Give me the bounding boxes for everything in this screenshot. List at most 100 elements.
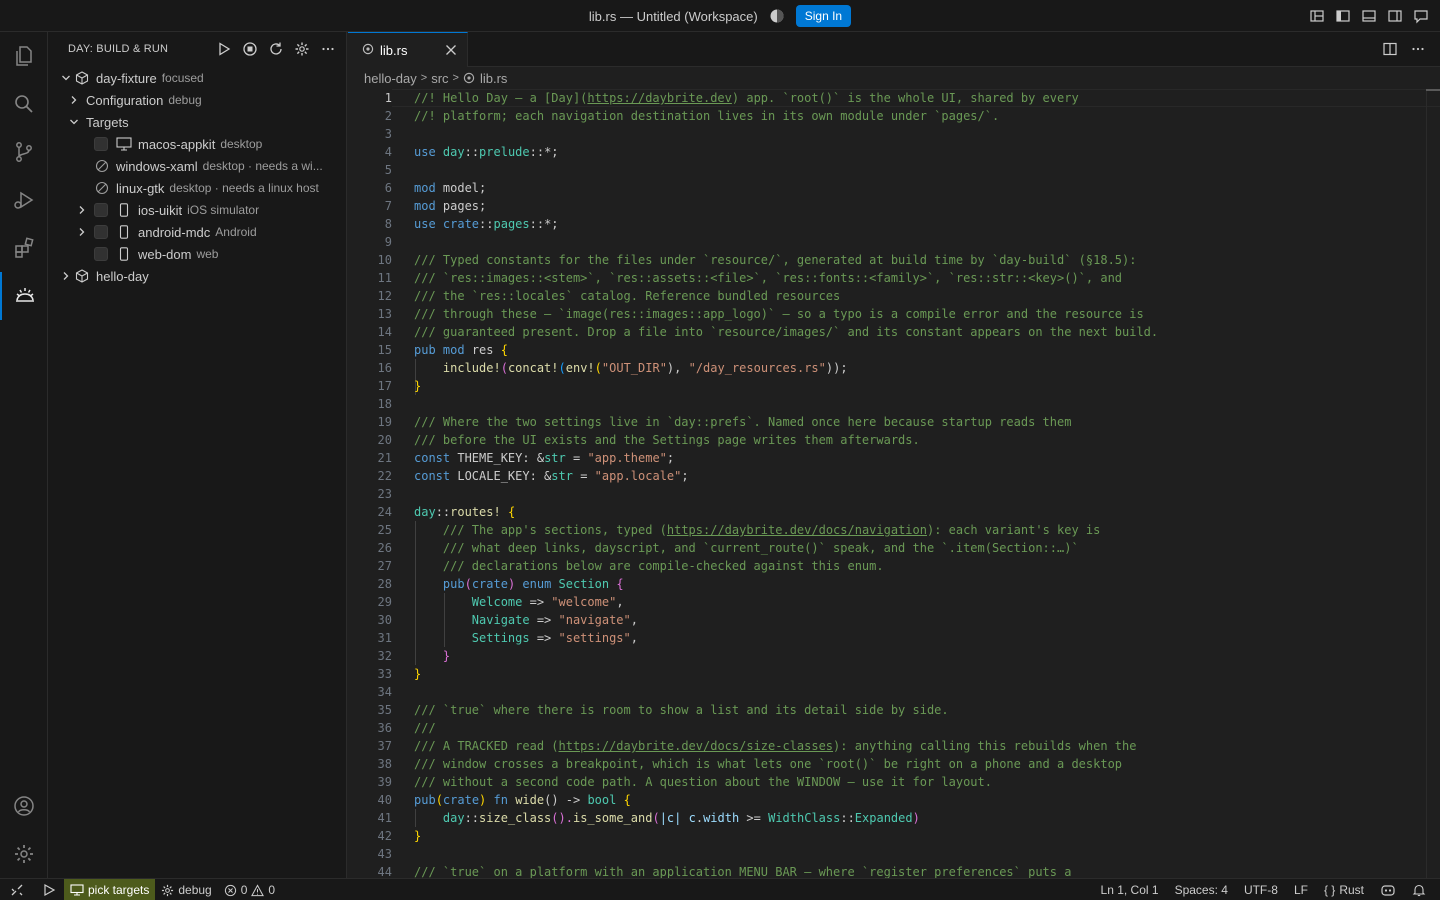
remote-icon[interactable] (0, 879, 34, 900)
toggle-primary-sidebar-icon[interactable] (1334, 7, 1352, 25)
source-control-icon[interactable] (0, 128, 48, 176)
error-icon (224, 884, 237, 897)
code-line-16: include!(concat!(env!("OUT_DIR"), "/day_… (414, 361, 848, 375)
target-checkbox[interactable] (94, 137, 108, 151)
code-line-24: day::routes! { (414, 505, 516, 519)
code-line-13: /// through these — `image(res::images::… (414, 307, 1144, 321)
cursor-position[interactable]: Ln 1, Col 1 (1093, 879, 1167, 900)
manage-gear-icon[interactable] (0, 830, 48, 878)
target-checkbox[interactable] (94, 225, 108, 239)
target-android-mdc[interactable]: android-mdc Android (48, 221, 347, 243)
problems-button[interactable]: 0 0 (218, 879, 281, 900)
chevron-down-icon (66, 114, 82, 130)
chevron-down-icon (58, 70, 74, 86)
breadcrumb-item[interactable]: lib.rs (480, 71, 507, 86)
line-number: 35 (377, 703, 392, 717)
tree-item-hello-day[interactable]: hello-day (48, 265, 347, 287)
tree-item-label: web-dom (138, 246, 192, 262)
code-line-32: } (414, 649, 451, 663)
more-actions-icon[interactable] (319, 40, 337, 58)
target-checkbox[interactable] (94, 203, 108, 217)
tree-item-targets[interactable]: Targets (48, 111, 347, 133)
tree-item-description: web (196, 247, 219, 261)
extensions-icon[interactable] (0, 224, 48, 272)
line-number: 41 (377, 811, 392, 825)
tree-item-label: windows-xaml (116, 158, 198, 174)
search-icon[interactable] (0, 80, 48, 128)
line-number: 28 (377, 577, 392, 591)
notifications-bell-icon[interactable] (1404, 879, 1434, 900)
line-number-gutter: 1 2 3 4 5 6 7 8 9 10 11 12 13 14 15 16 17 18 19 20 21 22 23 24 2… (348, 89, 392, 878)
sign-in-button[interactable]: Sign In (795, 5, 852, 27)
code-line-38: /// window crosses a breakpoint, which i… (414, 757, 1123, 771)
split-editor-icon[interactable] (1382, 41, 1398, 57)
code-line-1: //! Hello Day — a [Day](https://daybrite… (414, 91, 1079, 105)
line-number: 37 (377, 739, 392, 753)
toggle-panel-icon[interactable] (1360, 7, 1378, 25)
tab-lib-rs[interactable]: lib.rs (348, 32, 468, 67)
vertical-scrollbar[interactable] (1426, 89, 1440, 878)
scrollbar-cursor-marker (1426, 89, 1440, 91)
explorer-icon[interactable] (0, 32, 48, 80)
chat-icon[interactable] (1412, 7, 1430, 25)
status-bar: pick targets debug 0 0 Ln 1, Col 1 Space… (0, 878, 1440, 900)
target-ios-uikit[interactable]: ios-uikit iOS simulator (48, 199, 347, 221)
chevron-right-icon (58, 268, 74, 284)
toggle-secondary-sidebar-icon[interactable] (1386, 7, 1404, 25)
pick-targets-button[interactable]: pick targets (64, 879, 156, 900)
tree-item-configuration[interactable]: Configuration debug (48, 89, 347, 111)
config-button[interactable]: debug (155, 879, 217, 900)
code-editor[interactable]: 1 2 3 4 5 6 7 8 9 10 11 12 13 14 15 16 17 18 19 20 21 22 23 24 2… (348, 89, 1440, 878)
tree-item-label: android-mdc (138, 224, 211, 240)
settings-gear-icon[interactable] (293, 40, 311, 58)
target-linux-gtk[interactable]: linux-gtk desktop · needs a linux host (48, 177, 347, 199)
title-center: lib.rs — Untitled (Workspace) Sign In (0, 0, 1440, 32)
tree-item-label: Targets (86, 114, 129, 130)
sidebar-header: DAY: BUILD & RUN (48, 32, 347, 67)
status-left: pick targets debug 0 0 (0, 879, 281, 900)
line-number: 39 (377, 775, 392, 789)
line-number: 25 (377, 523, 392, 537)
end-of-line[interactable]: LF (1286, 879, 1316, 900)
code-line-14: /// guaranteed present. Drop a file into… (414, 325, 1159, 339)
copilot-status-icon[interactable] (1372, 879, 1404, 900)
code-line-2: //! platform; each navigation destinatio… (414, 109, 1000, 123)
sidebar-title: DAY: BUILD & RUN (68, 43, 169, 55)
unavailable-icon (94, 180, 110, 196)
run-icon[interactable] (215, 40, 233, 58)
target-checkbox[interactable] (94, 247, 108, 261)
chevron-right-icon: > (420, 72, 428, 84)
copilot-icon[interactable] (768, 7, 786, 25)
encoding[interactable]: UTF-8 (1236, 879, 1286, 900)
tree-item-day-fixture[interactable]: day-fixture focused (48, 67, 347, 89)
breadcrumb-item[interactable]: src (431, 71, 448, 86)
customize-layout-icon[interactable] (1308, 7, 1326, 25)
code-line-7: mod pages; (414, 199, 487, 213)
chevron-right-icon (74, 224, 90, 240)
more-actions-icon[interactable] (1410, 41, 1426, 57)
error-count: 0 (240, 883, 248, 897)
line-number: 5 (384, 163, 392, 177)
code-line-6: mod model; (414, 181, 487, 195)
line-number: 19 (377, 415, 392, 429)
language-mode[interactable]: { } Rust (1316, 879, 1372, 900)
target-windows-xaml[interactable]: windows-xaml desktop · needs a wi... (48, 155, 347, 177)
run-icon[interactable] (34, 879, 64, 900)
line-number: 27 (377, 559, 392, 573)
target-macos-appkit[interactable]: macos-appkit desktop (48, 133, 347, 155)
indentation[interactable]: Spaces: 4 (1167, 879, 1236, 900)
day-build-run-icon[interactable] (0, 272, 48, 320)
line-number: 18 (377, 397, 392, 411)
refresh-icon[interactable] (267, 40, 285, 58)
tree-item-description: desktop · needs a linux host (169, 181, 319, 195)
run-debug-icon[interactable] (0, 176, 48, 224)
code-line-42: } (414, 829, 422, 843)
target-web-dom[interactable]: web-dom web (48, 243, 347, 265)
stop-icon[interactable] (241, 40, 259, 58)
breadcrumb-item[interactable]: hello-day (364, 71, 417, 86)
close-icon[interactable] (443, 42, 459, 58)
account-icon[interactable] (0, 782, 48, 830)
tab-label: lib.rs (380, 42, 408, 58)
line-number: 8 (384, 217, 392, 231)
line-number: 9 (384, 235, 392, 249)
